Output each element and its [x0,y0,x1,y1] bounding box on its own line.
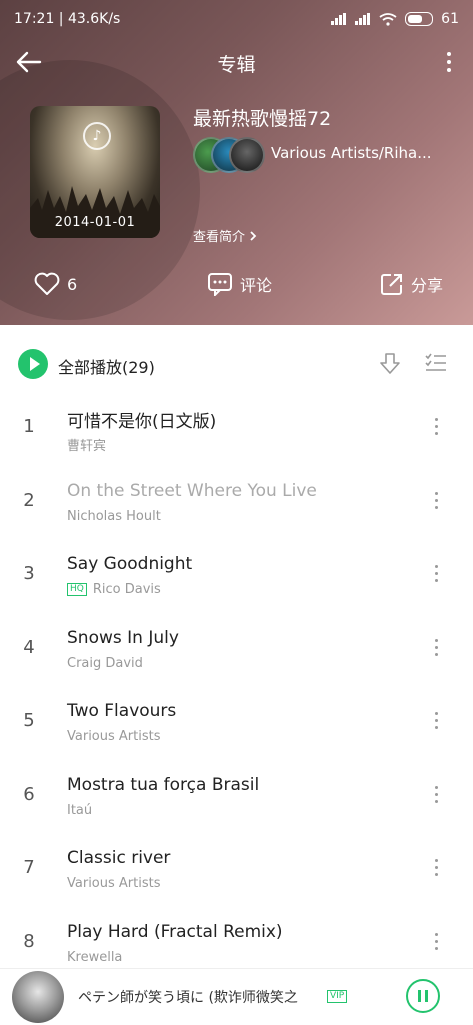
track-title: Mostra tua força Brasil [67,774,260,795]
like-count: 6 [67,274,78,294]
track-artist: Rico Davis [92,582,161,597]
comment-label: 评论 [240,276,273,295]
pause-icon[interactable] [406,979,440,1013]
battery-icon [405,12,434,26]
hq-badge: HQ [67,583,87,596]
track-row[interactable]: 6 Mostra tua força Brasil Itaú [0,760,473,834]
track-title: On the Street Where You Live [67,480,317,501]
heart-icon [34,272,60,295]
track-row[interactable]: 2 On the Street Where You Live Nicholas … [0,466,473,540]
track-artist: Various Artists [67,876,161,891]
track-list: 1 可惜不是你(日文版) 曹轩宾 2 On the Street Where Y… [0,392,473,980]
track-title: Classic river [67,848,171,868]
track-more-icon[interactable] [429,635,443,661]
status-time-speed: 17:21 | 43.6K/s [14,11,121,27]
track-artist: Various Artists [67,729,161,744]
multi-select-icon[interactable] [424,352,448,374]
vip-badge: VIP [327,990,348,1003]
track-number: 4 [23,636,35,658]
album-name: 最新热歌慢摇72 [193,108,332,130]
signal-icon-2 [355,13,371,25]
track-more-icon[interactable] [429,708,443,734]
album-header: 17:21 | 43.6K/s 61 专辑 ♪ 2014-01-01 最新热歌慢… [0,0,473,325]
status-bar: 17:21 | 43.6K/s 61 [0,0,473,40]
track-artist: 曹轩宾 [67,439,107,454]
chevron-right-icon [250,230,257,241]
play-all-label: 全部播放(29) [58,358,155,377]
track-title: Say Goodnight [67,554,193,574]
track-more-icon[interactable] [429,414,443,440]
artist-row[interactable]: Various Artists/Riha... [193,137,453,173]
track-artist: Itaú [67,802,93,818]
share-icon [381,274,402,295]
track-number: 5 [23,710,35,731]
intro-link-label: 查看简介 [193,230,246,245]
comment-icon [208,273,232,296]
track-artist: Nicholas Hoult [67,508,161,524]
track-title: Snows In July [67,627,179,648]
track-number: 1 [23,416,35,437]
track-artist: Craig David [67,655,143,671]
album-cover[interactable]: ♪ 2014-01-01 [30,106,160,238]
track-number: 8 [23,930,35,952]
page-title: 专辑 [217,54,256,76]
play-icon[interactable] [18,349,48,379]
track-more-icon[interactable] [429,782,443,808]
download-icon[interactable] [379,352,401,376]
track-number: 7 [23,857,35,878]
play-all-bar[interactable]: 全部播放(29) [0,340,473,388]
track-title: 可惜不是你(日文版) [67,412,217,432]
track-more-icon[interactable] [429,488,443,514]
more-menu-icon[interactable] [439,48,459,76]
track-title: Two Flavours [67,701,177,721]
mini-player[interactable]: ペテン師が笑う頃に (欺诈师微笑之 VIP [0,968,473,1025]
track-number: 6 [23,783,35,805]
track-more-icon[interactable] [429,855,443,881]
track-more-icon[interactable] [429,929,443,955]
now-playing-title: ペテン師が笑う頃に (欺诈师微笑之 [78,990,298,1006]
battery-percent: 61 [441,11,459,27]
now-playing-thumbnail[interactable] [12,971,64,1023]
top-bar: 专辑 [0,40,473,84]
track-number: 2 [23,489,35,511]
action-bar: 6 评论 分享 [0,268,473,304]
track-artist: Krewella [67,949,123,965]
share-button[interactable]: 分享 [380,272,443,296]
signal-icon [331,13,347,25]
track-number: 3 [23,563,35,584]
track-row[interactable]: 7 Classic river Various Artists [0,833,473,907]
artist-name: Various Artists/Riha... [271,144,432,162]
track-more-icon[interactable] [429,561,443,587]
track-row[interactable]: 1 可惜不是你(日文版) 曹轩宾 [0,392,473,466]
like-button[interactable]: 6 [34,272,77,296]
share-label: 分享 [411,276,444,295]
release-date: 2014-01-01 [54,215,136,230]
wifi-icon [379,12,397,26]
comment-button[interactable]: 评论 [207,272,272,296]
artist-avatar [229,137,265,173]
netease-logo-icon: ♪ [83,122,111,150]
track-row[interactable]: 5 Two Flavours Various Artists [0,686,473,760]
album-intro-link[interactable]: 查看简介 [193,226,257,245]
track-row[interactable]: 4 Snows In July Craig David [0,613,473,687]
track-row[interactable]: 3 Say Goodnight HQ Rico Davis [0,539,473,613]
track-title: Play Hard (Fractal Remix) [67,921,283,942]
